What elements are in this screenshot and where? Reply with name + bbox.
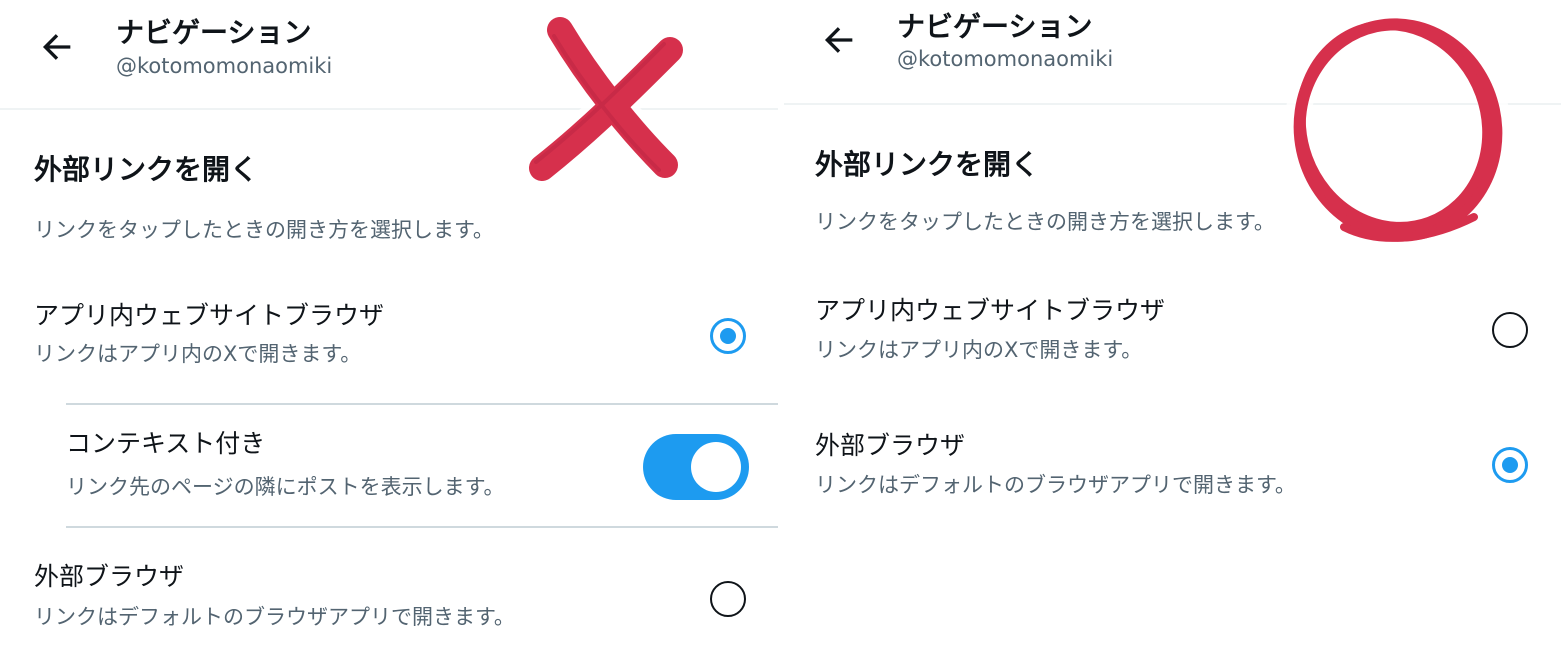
option-title: 外部ブラウザ (34, 562, 185, 591)
section-title: 外部リンクを開く (34, 153, 259, 186)
option-description: リンクはアプリ内のXで開きます。 (34, 342, 362, 366)
radio-button-selected[interactable] (710, 318, 746, 354)
option-title: 外部ブラウザ (815, 431, 966, 460)
section-description: リンクをタップしたときの開き方を選択します。 (815, 210, 1275, 234)
back-arrow-icon[interactable] (37, 27, 77, 67)
option-in-app-browser[interactable]: アプリ内ウェブサイトブラウザ リンクはアプリ内のXで開きます。 (0, 290, 778, 390)
context-toggle-switch[interactable] (643, 434, 749, 500)
left-screenshot-panel: ナビゲーション @kotomomonaomiki 外部リンクを開く リンクをタッ… (0, 0, 778, 654)
sub-option-title: コンテキスト付き (66, 429, 266, 458)
sub-option-with-context[interactable]: コンテキスト付き リンク先のページの隣にポストを表示します。 (0, 410, 778, 525)
radio-button-unselected[interactable] (1492, 312, 1528, 348)
radio-button-selected[interactable] (1492, 447, 1528, 483)
account-handle: @kotomomonaomiki (897, 47, 1114, 71)
back-arrow-icon[interactable] (819, 20, 859, 60)
option-divider (66, 526, 778, 528)
radio-button-unselected[interactable] (710, 581, 746, 617)
red-circle-annotation-icon (1284, 9, 1512, 251)
option-external-browser[interactable]: 外部ブラウザ リンクはデフォルトのブラウザアプリで開きます。 (784, 420, 1561, 520)
option-external-browser[interactable]: 外部ブラウザ リンクはデフォルトのブラウザアプリで開きます。 (0, 556, 778, 651)
option-divider (66, 403, 778, 405)
option-title: アプリ内ウェブサイトブラウザ (34, 301, 385, 330)
section-title: 外部リンクを開く (815, 148, 1040, 181)
right-screenshot-panel: ナビゲーション @kotomomonaomiki 外部リンクを開く リンクをタッ… (784, 0, 1561, 654)
option-description: リンクはデフォルトのブラウザアプリで開きます。 (34, 605, 515, 629)
section-description: リンクをタップしたときの開き方を選択します。 (34, 218, 494, 242)
option-description: リンクはアプリ内のXで開きます。 (815, 338, 1143, 362)
page-title: ナビゲーション (116, 16, 312, 49)
red-cross-annotation-icon (522, 10, 685, 185)
option-title: アプリ内ウェブサイトブラウザ (815, 296, 1166, 325)
account-handle: @kotomomonaomiki (116, 54, 333, 78)
option-description: リンクはデフォルトのブラウザアプリで開きます。 (815, 473, 1296, 497)
page-title: ナビゲーション (897, 10, 1093, 43)
option-in-app-browser[interactable]: アプリ内ウェブサイトブラウザ リンクはアプリ内のXで開きます。 (784, 285, 1561, 385)
toggle-knob (691, 442, 741, 492)
sub-option-description: リンク先のページの隣にポストを表示します。 (66, 475, 505, 499)
